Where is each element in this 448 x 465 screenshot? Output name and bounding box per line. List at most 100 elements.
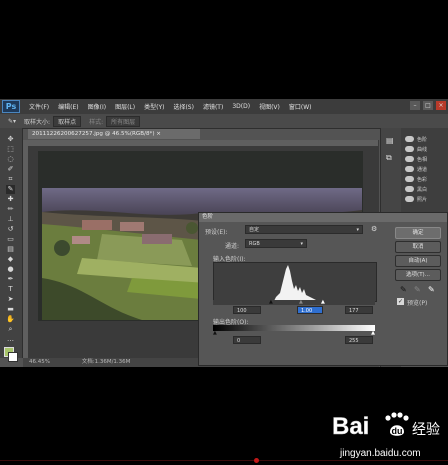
- path-select-tool-icon[interactable]: ➤: [6, 295, 15, 304]
- baidu-logo-bai: Bai: [332, 413, 369, 440]
- preset-options-icon[interactable]: ⚙: [371, 225, 377, 233]
- eraser-tool-icon[interactable]: ▭: [6, 235, 15, 244]
- preview-checkbox[interactable]: ✓: [397, 298, 404, 305]
- eyedropper-icon[interactable]: ✎: [6, 185, 15, 194]
- sample-size-label: 取样大小:: [24, 118, 51, 126]
- color-swatches[interactable]: [0, 347, 20, 365]
- menu-window[interactable]: 窗口(W): [289, 102, 312, 111]
- menu-layer[interactable]: 图层(L): [115, 102, 135, 111]
- more-tools-icon[interactable]: …: [6, 335, 15, 344]
- close-button[interactable]: ×: [436, 101, 446, 110]
- video-progress-track[interactable]: [0, 460, 448, 461]
- menu-filter[interactable]: 滤镜(T): [203, 102, 223, 111]
- black-white-icon: [405, 186, 414, 192]
- input-black-handle[interactable]: ▲: [269, 299, 273, 305]
- histogram-graph: [274, 265, 318, 301]
- output-black-handle[interactable]: ▲: [213, 330, 217, 336]
- channels-icon: [405, 166, 414, 172]
- type-tool-icon[interactable]: T: [6, 285, 15, 294]
- hue-icon: [405, 156, 414, 162]
- preset-select[interactable]: 自定 ▾: [245, 225, 363, 234]
- photo-filter-icon: [405, 196, 414, 202]
- style-select[interactable]: 所有图层: [106, 115, 141, 127]
- histogram: [213, 262, 377, 302]
- preset-label: 预设(E):: [205, 229, 228, 236]
- zoom-level[interactable]: 46.45%: [29, 359, 50, 365]
- window-controls: – □ ×: [410, 101, 446, 110]
- pen-tool-icon[interactable]: ✒: [6, 275, 15, 284]
- color-balance-icon: [405, 176, 414, 182]
- adj-bw[interactable]: 黑白: [405, 184, 448, 194]
- chevron-down-icon: ▾: [300, 241, 303, 247]
- menu-type[interactable]: 类型(Y): [144, 102, 164, 111]
- jingyan-label: 经验: [412, 422, 440, 438]
- adj-levels[interactable]: 色阶: [405, 134, 448, 144]
- levels-dialog-title[interactable]: 色阶: [199, 213, 447, 222]
- adj-photo[interactable]: 照片: [405, 194, 448, 204]
- adj-curves[interactable]: 曲线: [405, 144, 448, 154]
- menu-edit[interactable]: 编辑(E): [58, 102, 78, 111]
- menu-3d[interactable]: 3D(D): [232, 103, 250, 110]
- lasso-tool-icon[interactable]: ◌: [6, 155, 15, 164]
- healing-tool-icon[interactable]: ✚: [6, 195, 15, 204]
- zoom-tool-icon[interactable]: ⌕: [6, 325, 15, 334]
- adj-channels[interactable]: 通道: [405, 164, 448, 174]
- eyedropper-tool-icon[interactable]: ✎▾: [8, 118, 16, 125]
- menu-bar: Ps 文件(F) 编辑(E) 图像(I) 图层(L) 类型(Y) 选择(S) 滤…: [0, 99, 448, 114]
- menu-view[interactable]: 视图(V): [259, 102, 280, 111]
- tools-panel: ✥ ⬚ ◌ ✐ ⌗ ✎ ✚ ✏ ⊥ ↺ ▭ ▤ ◆ ● ✒ T ➤ ▬ ✋ ⌕ …: [0, 128, 23, 362]
- gray-eyedropper-icon[interactable]: ✎: [414, 285, 421, 294]
- history-brush-icon[interactable]: ↺: [6, 225, 15, 234]
- move-tool-icon[interactable]: ✥: [6, 135, 15, 144]
- channel-value: RGB: [249, 241, 260, 247]
- photoshop-window: Ps 文件(F) 编辑(E) 图像(I) 图层(L) 类型(Y) 选择(S) 滤…: [0, 99, 448, 367]
- crop-tool-icon[interactable]: ⌗: [6, 175, 15, 184]
- input-gamma-handle[interactable]: ▲: [299, 299, 303, 305]
- ok-button[interactable]: 确定: [395, 227, 441, 239]
- hand-tool-icon[interactable]: ✋: [6, 315, 15, 324]
- black-eyedropper-icon[interactable]: ✎: [400, 285, 407, 294]
- marquee-tool-icon[interactable]: ⬚: [6, 145, 15, 154]
- maximize-button[interactable]: □: [423, 101, 433, 110]
- shape-tool-icon[interactable]: ▬: [6, 305, 15, 314]
- document-tab[interactable]: 20111226200627257.jpg @ 46.5%(RGB/8*) ×: [28, 129, 200, 139]
- blur-tool-icon[interactable]: ◆: [6, 255, 15, 264]
- input-white-field[interactable]: 177: [345, 306, 373, 314]
- channel-select[interactable]: RGB ▾: [245, 239, 307, 248]
- options-bar: ✎▾ 取样大小: 取样点 样式: 所有图层: [0, 114, 448, 129]
- properties-panel-icon[interactable]: ⧉: [386, 153, 396, 163]
- baidu-logo: Bai du 经验: [332, 412, 440, 440]
- adj-color[interactable]: 色彩: [405, 174, 448, 184]
- history-panel-icon[interactable]: ▤: [386, 136, 396, 145]
- white-eyedropper-icon[interactable]: ✎: [428, 285, 435, 294]
- preset-value: 自定: [249, 227, 260, 233]
- video-progress-handle[interactable]: [254, 458, 259, 463]
- stamp-tool-icon[interactable]: ⊥: [6, 215, 15, 224]
- output-white-field[interactable]: 255: [345, 336, 373, 344]
- adj-hue[interactable]: 色相: [405, 154, 448, 164]
- background-color-swatch[interactable]: [8, 352, 18, 362]
- photoshop-logo: Ps: [2, 100, 20, 113]
- brush-tool-icon[interactable]: ✏: [6, 205, 15, 214]
- menu-image[interactable]: 图像(I): [88, 102, 106, 111]
- output-black-field[interactable]: 0: [233, 336, 261, 344]
- quick-select-tool-icon[interactable]: ✐: [6, 165, 15, 174]
- style-label: 样式:: [89, 118, 104, 126]
- cancel-button[interactable]: 取消: [395, 241, 441, 253]
- input-slider-track[interactable]: ▲ ▲ ▲: [213, 299, 375, 305]
- channel-label: 通道:: [225, 243, 240, 250]
- levels-icon: [405, 136, 414, 142]
- menu-select[interactable]: 选择(S): [173, 102, 194, 111]
- options-button[interactable]: 选项(T)...: [395, 269, 441, 281]
- minimize-button[interactable]: –: [410, 101, 420, 110]
- svg-text:du: du: [392, 426, 403, 436]
- gradient-tool-icon[interactable]: ▤: [6, 245, 15, 254]
- auto-button[interactable]: 自动(A): [395, 255, 441, 267]
- dodge-tool-icon[interactable]: ●: [6, 265, 15, 274]
- menu-file[interactable]: 文件(F): [29, 102, 49, 111]
- sample-size-select[interactable]: 取样点: [53, 115, 82, 127]
- document-info[interactable]: 文档:1.36M/1.36M: [82, 359, 131, 365]
- input-black-field[interactable]: 100: [233, 306, 261, 314]
- input-gamma-field[interactable]: 1.00: [297, 306, 323, 314]
- input-white-handle[interactable]: ▲: [321, 299, 325, 305]
